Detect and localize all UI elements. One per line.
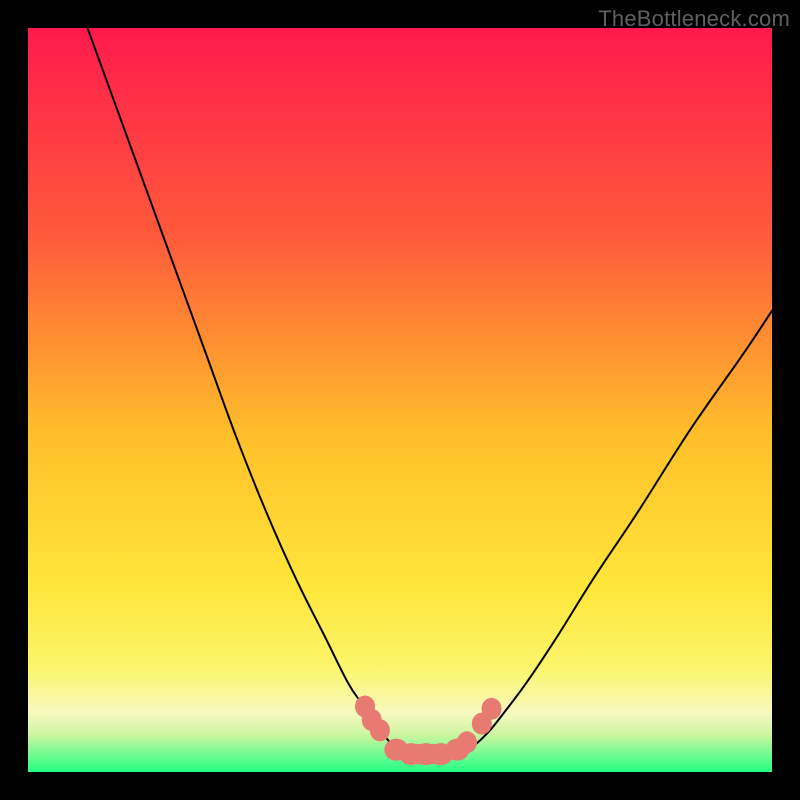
chart-frame [28,28,772,772]
bottleneck-chart [28,28,772,772]
watermark-text: TheBottleneck.com [598,6,790,32]
highlight-marker [482,698,502,720]
highlight-marker [370,719,390,741]
gradient-panel [28,28,772,772]
highlight-marker [457,731,477,753]
